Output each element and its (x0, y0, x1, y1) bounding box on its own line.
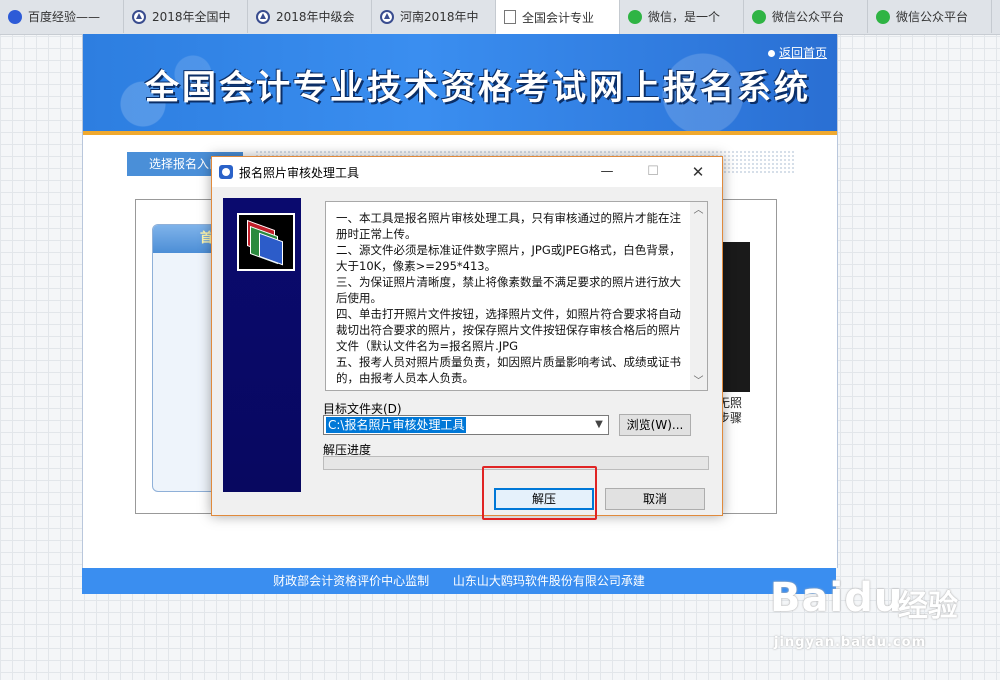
wechat-icon (876, 9, 890, 24)
tab-label: 微信，是一个 (648, 10, 721, 24)
browser-tab-registration-active[interactable]: 全国会计专业 (496, 0, 620, 34)
scroll-up-icon[interactable]: ︿ (690, 202, 707, 219)
notice-line: 四、单击打开照片文件按钮，选择照片文件，如照片符合要求将自动裁切出符合要求的照片… (336, 307, 681, 353)
notice-textbox[interactable]: 一、本工具是报名照片审核处理工具，只有审核通过的照片才能在注册时正常上传。 二、… (325, 201, 708, 391)
browser-tab-wechat[interactable]: 微信，是一个 (620, 0, 744, 33)
site-title: 全国会计专业技术资格考试网上报名系统 (145, 68, 811, 108)
back-home-label: 返回首页 (778, 46, 827, 60)
annotation-highlight-box (482, 466, 597, 520)
site-banner: 全国会计专业技术资格考试网上报名系统 返回首页 (83, 34, 837, 134)
dialog-titlebar[interactable]: 报名照片审核处理工具 — ☐ ✕ (212, 157, 722, 187)
site-footer: 财政部会计资格评价中心监制 山东山大鸥玛软件股份有限公司承建 (82, 568, 836, 594)
scroll-down-icon[interactable]: ﹀ (690, 373, 707, 390)
watermark-url: jingyan.baidu.com (774, 635, 927, 650)
entry-panel-head: 首 (153, 225, 219, 253)
footer-supervisor: 财政部会计资格评价中心监制 (273, 574, 430, 588)
cancel-button[interactable]: 取消 (605, 488, 705, 510)
cpa-exam-icon (256, 9, 270, 24)
browser-tab-wechat-mp-1[interactable]: 微信公众平台 (744, 0, 868, 33)
document-icon (504, 10, 516, 24)
baidu-paw-icon (8, 9, 22, 24)
browser-tab-2018-intermediate[interactable]: 2018年中级会 (248, 0, 372, 33)
browser-tab-wechat-mp-2[interactable]: 微信公众平台 (868, 0, 992, 33)
banner-divider (83, 131, 837, 135)
notice-line: 一、本工具是报名照片审核处理工具，只有审核通过的照片才能在注册时正常上传。 (336, 211, 681, 241)
notice-line: 三、为保证照片清晰度，禁止将像素数量不满足要求的照片进行放大后使用。 (336, 275, 681, 305)
tab-label: 2018年中级会 (276, 10, 355, 24)
tab-label: 微信公众平台 (896, 10, 969, 24)
chevron-down-icon[interactable]: ▼ (590, 416, 608, 434)
dialog-sidebar (223, 198, 301, 492)
tab-label: 河南2018年中 (400, 10, 479, 24)
watermark-suffix: 经验 (898, 589, 958, 624)
tab-label: 全国会计专业 (522, 10, 595, 25)
app-icon (219, 165, 233, 179)
notice-scrollbar[interactable]: ︿ ﹀ (690, 202, 707, 390)
minimize-button[interactable]: — (584, 157, 630, 187)
footer-builder: 山东山大鸥玛软件股份有限公司承建 (452, 574, 645, 588)
photo-tool-dialog: 报名照片审核处理工具 — ☐ ✕ 一、本工具是报名照片审核处理工具，只有审核通过… (211, 156, 723, 516)
bullet-icon (767, 50, 775, 57)
wechat-icon (628, 9, 642, 24)
cpa-exam-icon (132, 9, 146, 24)
browser-tab-bar: 百度经验—— 2018年全国中 2018年中级会 河南2018年中 全国会计专业… (0, 0, 1000, 35)
notice-text: 一、本工具是报名照片审核处理工具，只有审核通过的照片才能在注册时正常上传。 二、… (336, 210, 686, 386)
tab-label: 百度经验—— (28, 10, 101, 24)
close-button[interactable]: ✕ (675, 157, 721, 187)
maximize-button[interactable]: ☐ (630, 157, 676, 187)
baidu-jingyan-watermark: Baidu 经验 jingyan.baidu.com (770, 565, 980, 665)
back-home-link[interactable]: 返回首页 (767, 44, 827, 61)
cpa-exam-icon (380, 9, 394, 24)
browser-tab-2018-national[interactable]: 2018年全国中 (124, 0, 248, 33)
tab-label: 2018年全国中 (152, 10, 231, 24)
wechat-icon (752, 9, 766, 24)
browser-tab-henan-2018[interactable]: 河南2018年中 (372, 0, 496, 33)
entry-panel: 首 (152, 224, 220, 492)
notice-line: 二、源文件必须是标准证件数字照片，JPG或JPEG格式，白色背景，大于10K，像… (336, 243, 681, 273)
browser-tab-baidu-jingyan[interactable]: 百度经验—— (0, 0, 124, 33)
target-folder-combo[interactable]: C:\报名照片审核处理工具 ▼ (323, 415, 609, 435)
sample-photo (720, 242, 750, 392)
browse-button[interactable]: 浏览(W)... (619, 414, 691, 436)
logo-part (259, 232, 283, 266)
watermark-logo: Baidu (770, 575, 904, 621)
tab-label: 微信公众平台 (772, 10, 845, 24)
target-folder-input[interactable]: C:\报名照片审核处理工具 (326, 417, 467, 433)
dialog-title: 报名照片审核处理工具 (239, 166, 360, 180)
notice-line: 五、报考人员对照片质量负责，如因照片质量影响考试、成绩或证书的，由报考人员本人负… (336, 355, 681, 385)
installer-logo-icon (237, 213, 295, 271)
